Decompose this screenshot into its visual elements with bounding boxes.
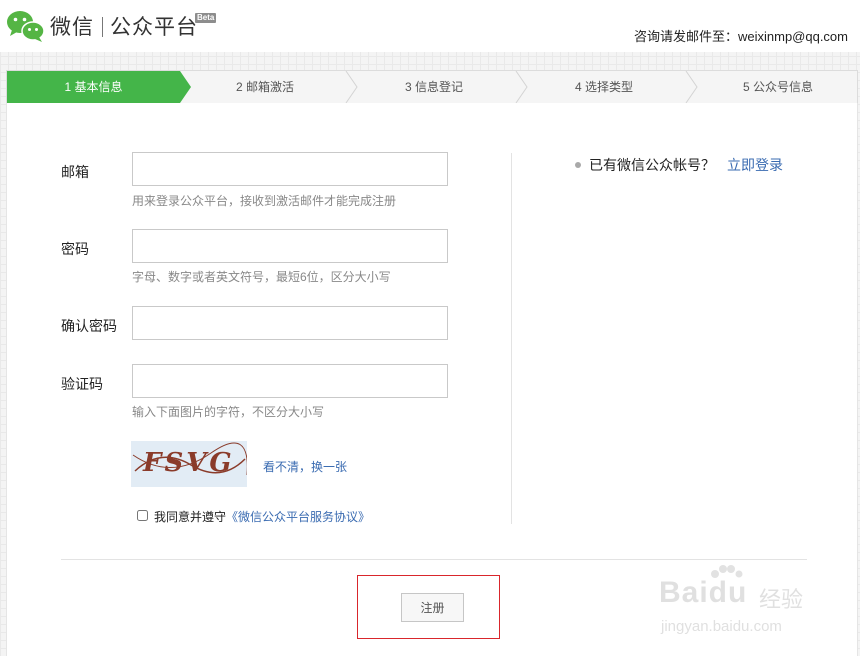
password-field[interactable] (132, 229, 448, 263)
agreement-prefix: 我同意并遵守 (154, 510, 227, 524)
captcha-image-text: FSVG (143, 448, 235, 478)
contact-email[interactable]: weixinmp@qq.com (738, 29, 848, 44)
active-step-arrow (180, 71, 191, 103)
wechat-logo-icon (7, 11, 45, 42)
register-button[interactable]: 注册 (401, 593, 464, 622)
confirm-password-field[interactable] (132, 306, 448, 340)
step-email-activation: 2 邮箱激活 (235, 80, 294, 94)
captcha-image: FSVG (131, 441, 247, 487)
email-hint: 用来登录公众平台，接收到激活邮件才能完成注册 (132, 194, 397, 208)
login-now-link[interactable]: 立即登录 (727, 155, 783, 175)
step-account-info: 5 公众号信息 (742, 80, 813, 94)
column-divider (511, 153, 512, 524)
password-hint: 字母、数字或者英文符号，最短6位，区分大小写 (132, 270, 391, 284)
agree-checkbox[interactable] (137, 510, 148, 521)
form-footer-divider (61, 559, 807, 560)
watermark-url: jingyan.baidu.com (661, 618, 782, 635)
watermark-brand: Baidu (659, 576, 748, 609)
baidu-jingyan-watermark: Baidu 经验 jingyan.baidu.com (655, 564, 825, 642)
step-choose-type: 4 选择类型 (574, 80, 633, 94)
contact-prefix: 咨询请发邮件至： (633, 29, 738, 44)
brand-title: 微信 公众平台 (50, 11, 198, 41)
bullet-icon (575, 162, 581, 168)
brand-name: 微信 (50, 16, 94, 39)
captcha-hint: 输入下面图片的字符，不区分大小写 (132, 405, 325, 419)
email-field[interactable] (132, 152, 448, 186)
confirm-password-label: 确认密码 (61, 318, 117, 334)
contact-info: 咨询请发邮件至：weixinmp@qq.com (634, 26, 848, 45)
email-label: 邮箱 (61, 164, 89, 180)
beta-badge: Beta (195, 13, 217, 23)
existing-account-text: 已有微信公众帐号？ (589, 157, 715, 173)
captcha-label: 验证码 (61, 376, 103, 392)
brand-separator (102, 17, 103, 37)
captcha-field[interactable] (132, 364, 448, 398)
step-divider-icon (345, 71, 358, 103)
refresh-captcha-link[interactable]: 看不清，换一张 (263, 458, 347, 475)
agreement-text: 我同意并遵守《微信公众平台服务协议》 (154, 508, 370, 525)
step-divider-icon (515, 71, 528, 103)
password-label: 密码 (61, 241, 89, 257)
watermark-brand-cn: 经验 (759, 587, 804, 612)
service-agreement-link[interactable]: 《微信公众平台服务协议》 (226, 510, 370, 524)
product-name: 公众平台 (110, 16, 198, 39)
step-divider-icon (685, 71, 698, 103)
top-header: 微信 公众平台 Beta 咨询请发邮件至：weixinmp@qq.com (0, 0, 860, 52)
step-info-register: 3 信息登记 (404, 80, 463, 94)
step-basic-info: 1 基本信息 (7, 71, 180, 103)
registration-steps: 1 基本信息 2 邮箱激活 3 信息登记 4 选择类型 5 公众号信息 (6, 70, 858, 104)
